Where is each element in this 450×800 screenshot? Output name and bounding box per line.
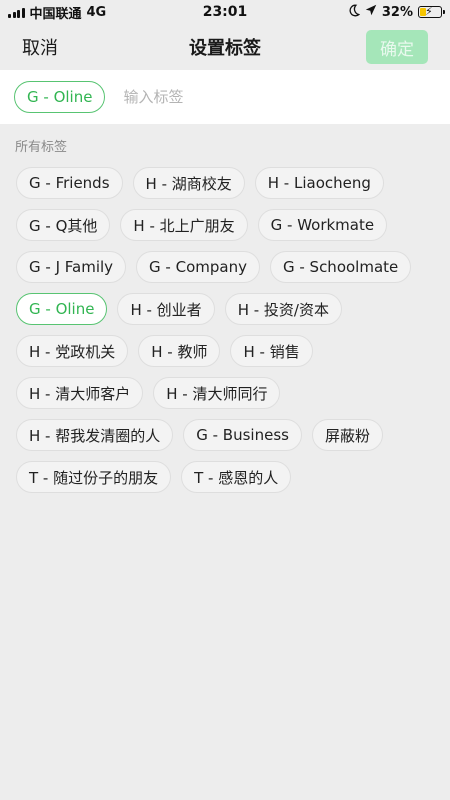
tag-chip[interactable]: H - 销售 (230, 335, 313, 367)
tag-chip[interactable]: H - 帮我发清圈的人 (16, 419, 174, 451)
tag-chip[interactable]: 屏蔽粉 (311, 419, 383, 451)
tag-chip[interactable]: H - 党政机关 (16, 335, 129, 367)
status-bar: 中国联通 4G 23:01 32% ⚡ (0, 0, 450, 24)
status-bar-left: 中国联通 4G (8, 3, 106, 22)
carrier-label: 中国联通 (29, 6, 82, 22)
tag-chip[interactable]: H - 北上广朋友 (120, 209, 248, 241)
tag-chip[interactable]: H - 创业者 (117, 293, 215, 325)
tag-chip[interactable]: H - 湖商校友 (132, 167, 245, 199)
tag-input-area[interactable]: G - Oline (0, 70, 450, 124)
tag-chip[interactable]: G - Company (136, 251, 260, 283)
tag-chip[interactable]: G - Friends (16, 167, 123, 199)
tag-chip-selected[interactable]: G - Oline (16, 293, 108, 325)
tag-chip[interactable]: G - Workmate (257, 209, 388, 241)
tag-chip[interactable]: G - J Family (16, 251, 127, 283)
tag-chip[interactable]: H - 教师 (138, 335, 221, 367)
network-label: 4G (86, 4, 107, 20)
all-tags-label: 所有标签 (15, 140, 68, 155)
confirm-button[interactable]: 确定 (366, 30, 428, 64)
tag-chip[interactable]: H - 清大师同行 (153, 377, 281, 409)
tag-chip[interactable]: G - Q其他 (16, 209, 111, 241)
status-bar-right: 32% ⚡ (347, 4, 445, 21)
moon-icon (347, 4, 361, 21)
selected-tag-chip[interactable]: G - Oline (14, 81, 106, 113)
all-tags-list: G - Friends H - 湖商校友 H - Liaocheng G - Q其他 H… (16, 167, 436, 493)
nav-bar: 取消 设置标签 确定 (0, 24, 450, 70)
tag-input[interactable] (123, 88, 324, 106)
tag-chip[interactable]: H - 清大师客户 (16, 377, 144, 409)
signal-icon (8, 7, 25, 18)
battery-percent: 32% (381, 4, 413, 20)
cancel-button[interactable]: 取消 (22, 34, 58, 60)
tag-chip[interactable]: H - 投资/资本 (224, 293, 342, 325)
tag-chip[interactable]: T - 感恩的人 (181, 461, 292, 493)
tag-chip[interactable]: G - Business (183, 419, 302, 451)
battery-charging-icon: ⚡ (418, 5, 445, 18)
tag-chip[interactable]: G - Schoolmate (269, 251, 412, 283)
tag-chip[interactable]: H - Liaocheng (254, 167, 384, 199)
tag-chip[interactable]: T - 随过份子的朋友 (16, 461, 172, 493)
location-arrow-icon (365, 4, 377, 20)
